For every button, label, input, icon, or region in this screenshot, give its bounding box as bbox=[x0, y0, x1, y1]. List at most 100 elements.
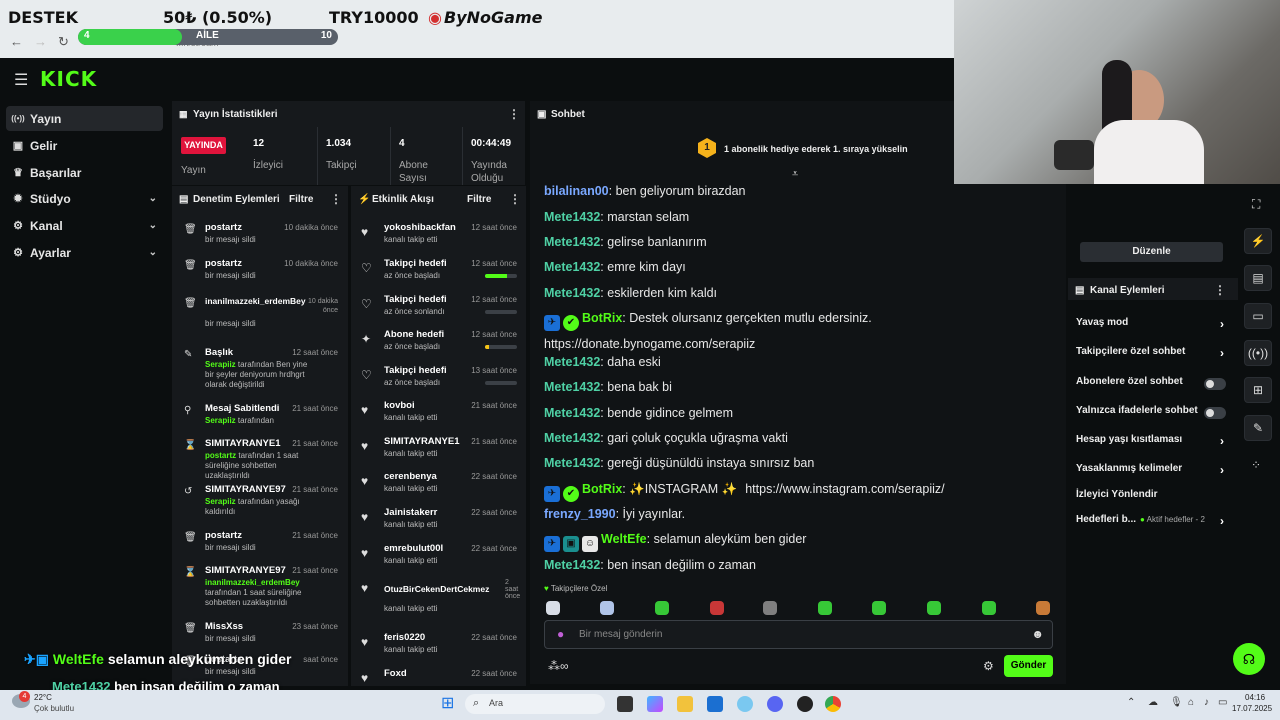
emote-icon[interactable] bbox=[710, 601, 724, 615]
chat-link[interactable]: https://www.instagram.com/serapiiz/ bbox=[745, 482, 944, 496]
back-icon[interactable]: ← bbox=[10, 34, 23, 49]
toggle-switch[interactable] bbox=[1204, 378, 1226, 390]
layout-icon[interactable]: ⊞ bbox=[1244, 377, 1272, 403]
mod-log-item[interactable]: 🗑 inanilmazzeki_erdemBey bir mesajı sildi 1… bbox=[176, 294, 344, 330]
nav-item-2[interactable]: ♛ Başarılar bbox=[6, 160, 163, 185]
chat-username[interactable]: Mete1432 bbox=[544, 431, 600, 445]
activity-menu-icon[interactable]: ⋮ bbox=[509, 192, 521, 206]
emote-icon[interactable] bbox=[1036, 601, 1050, 615]
channel-action[interactable]: Hedefleri b... ● Aktif hedefler - 2 › bbox=[1076, 514, 1226, 532]
channel-actions-menu-icon[interactable]: ⋮ bbox=[1214, 283, 1226, 297]
chevron-down-icon[interactable]: ⌄ bbox=[149, 220, 157, 231]
mod-log-item[interactable]: 🗑 postartz bir mesajı sildi 10 dakika önce bbox=[176, 256, 344, 292]
channel-action[interactable]: Yalnızca ifadelerle sohbet bbox=[1076, 405, 1226, 423]
stats-menu-icon[interactable]: ⋮ bbox=[508, 107, 520, 121]
channel-action[interactable]: Hesap yaşı kısıtlaması › bbox=[1076, 434, 1226, 452]
volume-icon[interactable]: ♪ bbox=[1204, 697, 1209, 708]
chevron-right-icon[interactable]: › bbox=[1220, 346, 1224, 360]
emote-icon[interactable] bbox=[872, 601, 886, 615]
toggle-switch[interactable] bbox=[1204, 407, 1226, 419]
kick-logo[interactable]: KICK bbox=[40, 67, 97, 91]
mod-log-item[interactable]: ⌛ SIMITAYRANYE1 postartz tarafından 1 saat… bbox=[176, 436, 344, 480]
mic-icon[interactable]: ● bbox=[557, 627, 564, 641]
chat-link[interactable]: https://donate.bynogame.com/serapiiz bbox=[544, 337, 755, 351]
emote-icon[interactable] bbox=[763, 601, 777, 615]
notes-icon[interactable]: ▤ bbox=[1244, 265, 1272, 291]
activity-item[interactable]: ♥ yokoshibackfan kanalı takip etti 12 saat … bbox=[355, 220, 525, 256]
activity-item[interactable]: ♥ SIMITAYRANYE1 kanalı takip etti 21 saat ö… bbox=[355, 434, 525, 470]
activity-item[interactable]: ♥ emrebulut00I kanalı takip etti 22 saat ön… bbox=[355, 541, 525, 577]
chat-username[interactable]: BotRix bbox=[582, 482, 622, 496]
cloud-icon[interactable]: ☁ bbox=[1148, 697, 1158, 708]
broadcast-signal-icon[interactable]: ((•)) bbox=[1244, 340, 1272, 366]
activity-filter-button[interactable]: Filtre bbox=[467, 194, 491, 205]
channel-action[interactable]: Abonelere özel sohbet bbox=[1076, 376, 1226, 394]
mod-log-item[interactable]: 🗑 MissXss bir mesajı sildi 23 saat önce bbox=[176, 619, 344, 655]
fullscreen-icon[interactable]: ⛶ bbox=[1252, 197, 1260, 212]
discord-icon[interactable] bbox=[767, 696, 783, 712]
network-icon[interactable]: ⌂ bbox=[1188, 697, 1194, 708]
mod-log-item[interactable]: ✎ Başlık Serapiiz tarafından Ben yine bir … bbox=[176, 345, 344, 389]
chat-username[interactable]: BotRix bbox=[582, 311, 622, 325]
mod-filter-button[interactable]: Filtre bbox=[289, 194, 313, 205]
nav-item-5[interactable]: ⚙ Ayarlar ⌄ bbox=[6, 240, 163, 265]
activity-item[interactable]: ♥ feris0220 kanalı takip etti 22 saat önce bbox=[355, 630, 525, 666]
send-button[interactable]: Gönder bbox=[1004, 655, 1053, 677]
chat-username[interactable]: bilalinan00 bbox=[544, 184, 609, 198]
activity-item[interactable]: ♡ Takipçi hedefi az önce sonlandı 12 saat ö… bbox=[355, 292, 525, 328]
chat-username[interactable]: Mete1432 bbox=[544, 210, 600, 224]
nav-item-4[interactable]: ⚙ Kanal ⌄ bbox=[6, 213, 163, 238]
channel-action[interactable]: Takipçilere özel sohbet › bbox=[1076, 346, 1226, 364]
emote-icon[interactable] bbox=[600, 601, 614, 615]
chevron-right-icon[interactable]: › bbox=[1220, 514, 1224, 528]
emote-icon[interactable] bbox=[546, 601, 560, 615]
mod-log-item[interactable]: 🗑 postartz bir mesajı sildi 10 dakika önce bbox=[176, 220, 344, 256]
emote-icon[interactable] bbox=[655, 601, 669, 615]
chrome-icon[interactable] bbox=[825, 696, 841, 712]
mod-log-item[interactable]: ↺ SIMITAYRANYE97 Serapiiz tarafından yasağ… bbox=[176, 482, 344, 518]
points-icon[interactable]: ⁂∞ bbox=[548, 659, 569, 673]
chat-username[interactable]: WeltEfe bbox=[601, 532, 647, 546]
mod-log-item[interactable]: ⌛ SIMITAYRANYE97 inanilmazzeki_erdemBey ta… bbox=[176, 563, 344, 607]
chat-username[interactable]: frenzy_1990 bbox=[544, 507, 616, 521]
emote-icon[interactable] bbox=[818, 601, 832, 615]
mod-actions-menu-icon[interactable]: ⋮ bbox=[330, 192, 342, 206]
copilot-icon[interactable] bbox=[647, 696, 663, 712]
activity-item[interactable]: ✦ Abone hedefi az önce başladı 12 saat önce bbox=[355, 327, 525, 363]
menu-icon[interactable]: ☰ bbox=[14, 70, 28, 90]
support-icon[interactable]: ☊ bbox=[1233, 643, 1265, 675]
chat-username[interactable]: Mete1432 bbox=[544, 235, 600, 249]
chat-bubble-icon[interactable]: ▭ bbox=[1244, 303, 1272, 329]
lightning-icon[interactable]: ⚡ bbox=[1244, 228, 1272, 254]
mic-tray-icon[interactable]: 🎙 bbox=[1170, 697, 1183, 708]
chevron-down-icon[interactable]: ⌄ bbox=[149, 193, 157, 204]
emote-icon[interactable] bbox=[982, 601, 996, 615]
chevron-right-icon[interactable]: › bbox=[1220, 463, 1224, 477]
tray-chevron-icon[interactable]: ⌃ bbox=[1127, 697, 1135, 708]
chevron-down-icon[interactable]: ⌄ bbox=[149, 247, 157, 258]
mod-log-item[interactable]: 🗑 postartz bir mesajı sildi 21 saat önce bbox=[176, 528, 344, 564]
wrench-icon[interactable]: ✎ bbox=[1244, 415, 1272, 441]
chevron-right-icon[interactable]: › bbox=[1220, 317, 1224, 331]
activity-item[interactable]: ♡ Takipçi hedefi az önce başladı 12 saat ön… bbox=[355, 256, 525, 292]
channel-action[interactable]: Yasaklanmış kelimeler › bbox=[1076, 463, 1226, 481]
apps-icon[interactable]: ⁘ bbox=[1251, 458, 1261, 472]
activity-item[interactable]: ♡ Takipçi hedefi az önce başladı 13 saat ön… bbox=[355, 363, 525, 399]
mod-log-item[interactable]: ⚲ Mesaj Sabitlendi Serapiiz tarafından 21 s… bbox=[176, 401, 344, 437]
activity-item[interactable]: ♥ Jainistakerr kanalı takip etti 22 saat ön… bbox=[355, 505, 525, 541]
nav-item-0[interactable]: ((•)) Yayın bbox=[6, 106, 163, 131]
nav-item-1[interactable]: ▣ Gelir bbox=[6, 133, 163, 158]
chat-input[interactable]: ● Bir mesaj gönderin ☻ bbox=[544, 620, 1053, 649]
edit-button[interactable]: Düzenle bbox=[1080, 242, 1223, 262]
forward-icon[interactable]: → bbox=[34, 34, 47, 49]
store-icon[interactable] bbox=[707, 696, 723, 712]
activity-item[interactable]: ♥ kovboi kanalı takip etti 21 saat önce bbox=[355, 398, 525, 434]
file-explorer-icon[interactable] bbox=[677, 696, 693, 712]
chat-username[interactable]: Mete1432 bbox=[544, 406, 600, 420]
taskbar-search[interactable]: ⌕ Ara bbox=[465, 694, 605, 714]
chat-username[interactable]: Mete1432 bbox=[544, 260, 600, 274]
chat-settings-icon[interactable]: ⚙ bbox=[983, 659, 994, 673]
channel-action[interactable]: İzleyici Yönlendir bbox=[1076, 489, 1226, 507]
reload-icon[interactable]: ↻ bbox=[58, 34, 69, 50]
chat-username[interactable]: Mete1432 bbox=[544, 286, 600, 300]
